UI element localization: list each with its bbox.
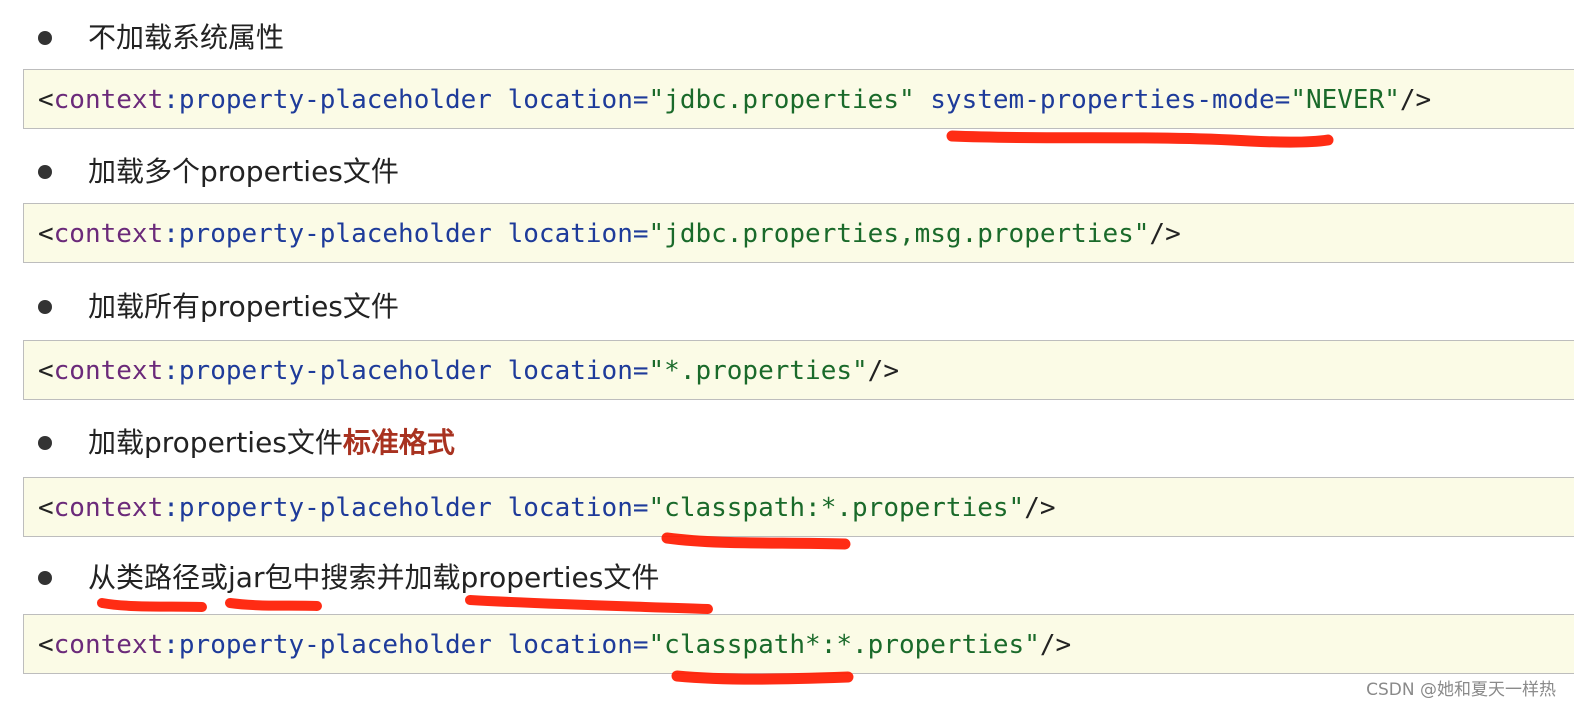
underline-mark — [661, 532, 851, 550]
bullet-text: 不加载系统属性 — [88, 21, 285, 54]
underline-mark — [465, 595, 713, 614]
watermark: CSDN @她和夏天一样热 — [1366, 680, 1556, 700]
underline-mark — [946, 130, 1334, 148]
code-attr-value: "classpath*:*.properties" — [648, 630, 1040, 660]
code-block-5: <context:property-placeholder location="… — [23, 614, 1574, 674]
code-equals: = — [632, 356, 649, 386]
code-equals: = — [632, 493, 649, 523]
code-tag-name: property-placeholder — [178, 356, 492, 386]
bullet-dot — [38, 436, 52, 450]
code-namespace: context — [53, 219, 164, 249]
code-block-1: <context:property-placeholder location="… — [23, 69, 1574, 129]
bullet-text-plain: 加载properties文件 — [88, 426, 343, 459]
bullet-text: 从类路径或jar包中搜索并加载properties文件 — [88, 561, 660, 594]
underline-mark — [97, 598, 207, 612]
code-open-bracket: < — [38, 85, 54, 115]
code-namespace: context — [53, 85, 164, 115]
bullet-text: 加载properties文件标准格式 — [88, 420, 455, 466]
code-tag-name: property-placeholder — [178, 493, 492, 523]
underline-mark — [225, 598, 322, 611]
code-namespace: context — [53, 356, 164, 386]
code-line: <context:property-placeholder location="… — [38, 212, 1181, 256]
code-attr-value: "*.properties" — [648, 356, 868, 386]
code-equals: = — [632, 85, 649, 115]
code-line: <context:property-placeholder location="… — [38, 623, 1071, 667]
code-open-bracket: < — [38, 356, 54, 386]
code-equals: = — [632, 219, 649, 249]
code-attr-value: "jdbc.properties,msg.properties" — [648, 219, 1150, 249]
code-open-bracket: < — [38, 493, 54, 523]
code-tag-name: property-placeholder — [178, 630, 492, 660]
code-tag-name: property-placeholder — [178, 219, 492, 249]
code-colon: : — [163, 356, 179, 386]
code-tag-name: property-placeholder — [178, 85, 492, 115]
bullet-dot — [38, 300, 52, 314]
code-namespace: context — [53, 630, 164, 660]
code-block-3: <context:property-placeholder location="… — [23, 340, 1574, 400]
code-line: <context:property-placeholder location="… — [38, 486, 1056, 530]
code-attr-value: "NEVER" — [1290, 85, 1400, 115]
bullet-dot — [38, 571, 52, 585]
code-attr-name: location — [507, 630, 633, 660]
code-block-2: <context:property-placeholder location="… — [23, 203, 1574, 263]
bullet-text-emphasis: 标准格式 — [342, 426, 455, 459]
code-close-bracket: /> — [1399, 85, 1432, 115]
code-close-bracket: /> — [1039, 630, 1072, 660]
code-colon: : — [163, 219, 179, 249]
code-equals: = — [632, 630, 649, 660]
code-attr-name: location — [507, 493, 633, 523]
bullet-dot — [38, 31, 52, 45]
bullet-text: 加载多个properties文件 — [88, 155, 399, 188]
bullet-text: 加载所有properties文件 — [88, 290, 399, 323]
code-close-bracket: /> — [1149, 219, 1181, 249]
code-open-bracket: < — [38, 630, 54, 660]
code-colon: : — [163, 85, 179, 115]
code-colon: : — [163, 493, 179, 523]
code-line: <context:property-placeholder location="… — [38, 78, 1431, 122]
code-attr-name: location — [507, 219, 633, 249]
code-attr-name: system-properties-mode — [930, 85, 1275, 115]
code-close-bracket: /> — [867, 356, 899, 386]
code-attr-value: "jdbc.properties" — [648, 85, 915, 115]
code-colon: : — [163, 630, 179, 660]
code-close-bracket: /> — [1024, 493, 1056, 523]
underline-mark — [671, 670, 854, 685]
code-open-bracket: < — [38, 219, 54, 249]
code-attr-value: "classpath:*.properties" — [648, 493, 1025, 523]
code-attr-name: location — [507, 85, 633, 115]
code-block-4: <context:property-placeholder location="… — [23, 477, 1574, 537]
code-equals: = — [1274, 85, 1291, 115]
code-line: <context:property-placeholder location="… — [38, 349, 899, 393]
bullet-dot — [38, 165, 52, 179]
code-attr-name: location — [507, 356, 633, 386]
code-namespace: context — [53, 493, 164, 523]
